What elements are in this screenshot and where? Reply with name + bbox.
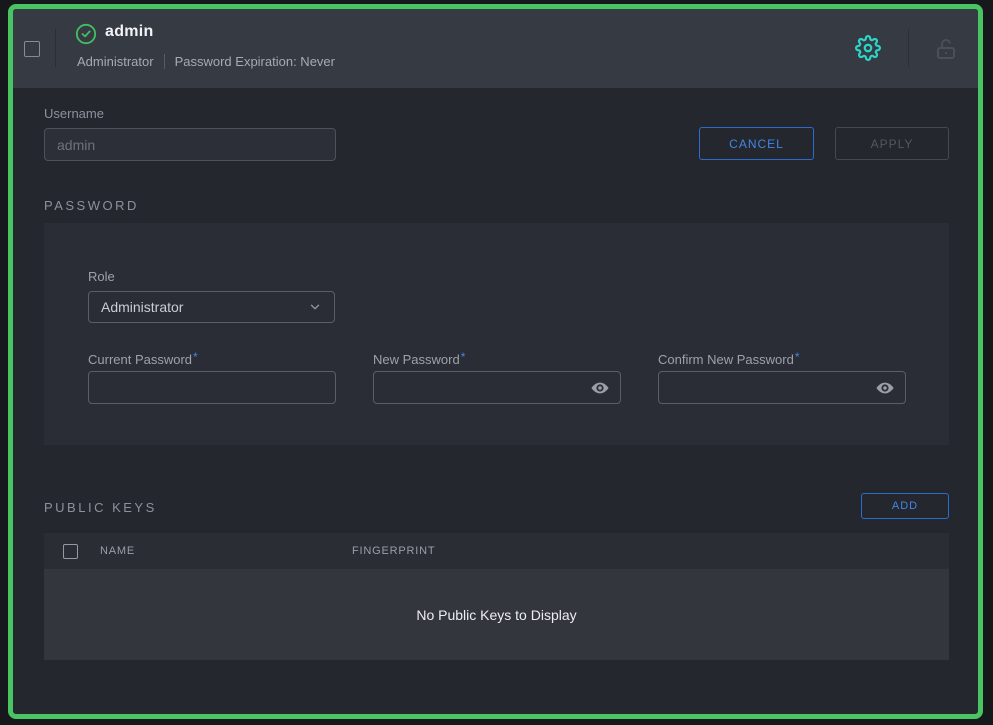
password-section-title: PASSWORD — [44, 198, 139, 213]
confirm-password-field — [658, 371, 906, 404]
password-card: Role Administrator Current Password* New… — [44, 223, 949, 445]
user-role-text: Administrator — [77, 54, 154, 69]
cancel-button[interactable]: CANCEL — [699, 127, 814, 160]
user-subtitle: Administrator Password Expiration: Never — [77, 54, 335, 69]
confirm-password-label-text: Confirm New Password — [658, 352, 794, 367]
lock-button[interactable] — [932, 35, 960, 63]
confirm-password-label: Confirm New Password* — [658, 350, 800, 367]
settings-button[interactable] — [854, 34, 882, 62]
chevron-down-icon — [308, 300, 322, 314]
column-header-fingerprint: FINGERPRINT — [352, 545, 435, 557]
new-password-label-text: New Password — [373, 352, 460, 367]
header-divider — [55, 29, 56, 67]
public-keys-section-title: PUBLIC KEYS — [44, 500, 157, 515]
username-title: admin — [105, 23, 154, 41]
column-header-name: NAME — [100, 545, 352, 557]
public-keys-table: NAME FINGERPRINT No Public Keys to Displ… — [44, 533, 949, 660]
role-label: Role — [88, 269, 115, 284]
required-marker: * — [795, 350, 800, 364]
apply-button[interactable]: APPLY — [835, 127, 949, 160]
eye-icon — [590, 378, 610, 398]
new-password-input[interactable] — [374, 380, 590, 396]
current-password-label: Current Password* — [88, 350, 198, 367]
role-select[interactable]: Administrator — [88, 291, 335, 323]
new-password-field — [373, 371, 621, 404]
select-user-checkbox[interactable] — [24, 41, 40, 57]
empty-state-message: No Public Keys to Display — [416, 607, 576, 623]
subtitle-separator — [164, 54, 165, 69]
current-password-input[interactable] — [89, 380, 335, 396]
gear-icon — [855, 35, 881, 61]
current-password-label-text: Current Password — [88, 352, 192, 367]
show-confirm-password-button[interactable] — [875, 378, 905, 398]
public-keys-empty-state: No Public Keys to Display — [44, 569, 949, 660]
role-value: Administrator — [101, 299, 183, 315]
new-password-label: New Password* — [373, 350, 465, 367]
password-expiration-text: Password Expiration: Never — [175, 54, 335, 69]
show-new-password-button[interactable] — [590, 378, 620, 398]
required-marker: * — [461, 350, 466, 364]
eye-icon — [875, 378, 895, 398]
check-circle-icon — [75, 23, 97, 45]
public-keys-table-header: NAME FINGERPRINT — [44, 533, 949, 569]
user-header: admin Administrator Password Expiration:… — [13, 9, 978, 88]
confirm-password-input[interactable] — [659, 380, 875, 396]
header-icon-divider — [908, 29, 909, 67]
username-label: Username — [44, 106, 104, 121]
username-input[interactable] — [44, 128, 336, 161]
required-marker: * — [193, 350, 198, 364]
add-public-key-button[interactable]: ADD — [861, 493, 949, 519]
unlock-icon — [934, 37, 958, 61]
current-password-field — [88, 371, 336, 404]
user-edit-panel: admin Administrator Password Expiration:… — [8, 4, 983, 719]
select-all-keys-checkbox[interactable] — [63, 544, 78, 559]
